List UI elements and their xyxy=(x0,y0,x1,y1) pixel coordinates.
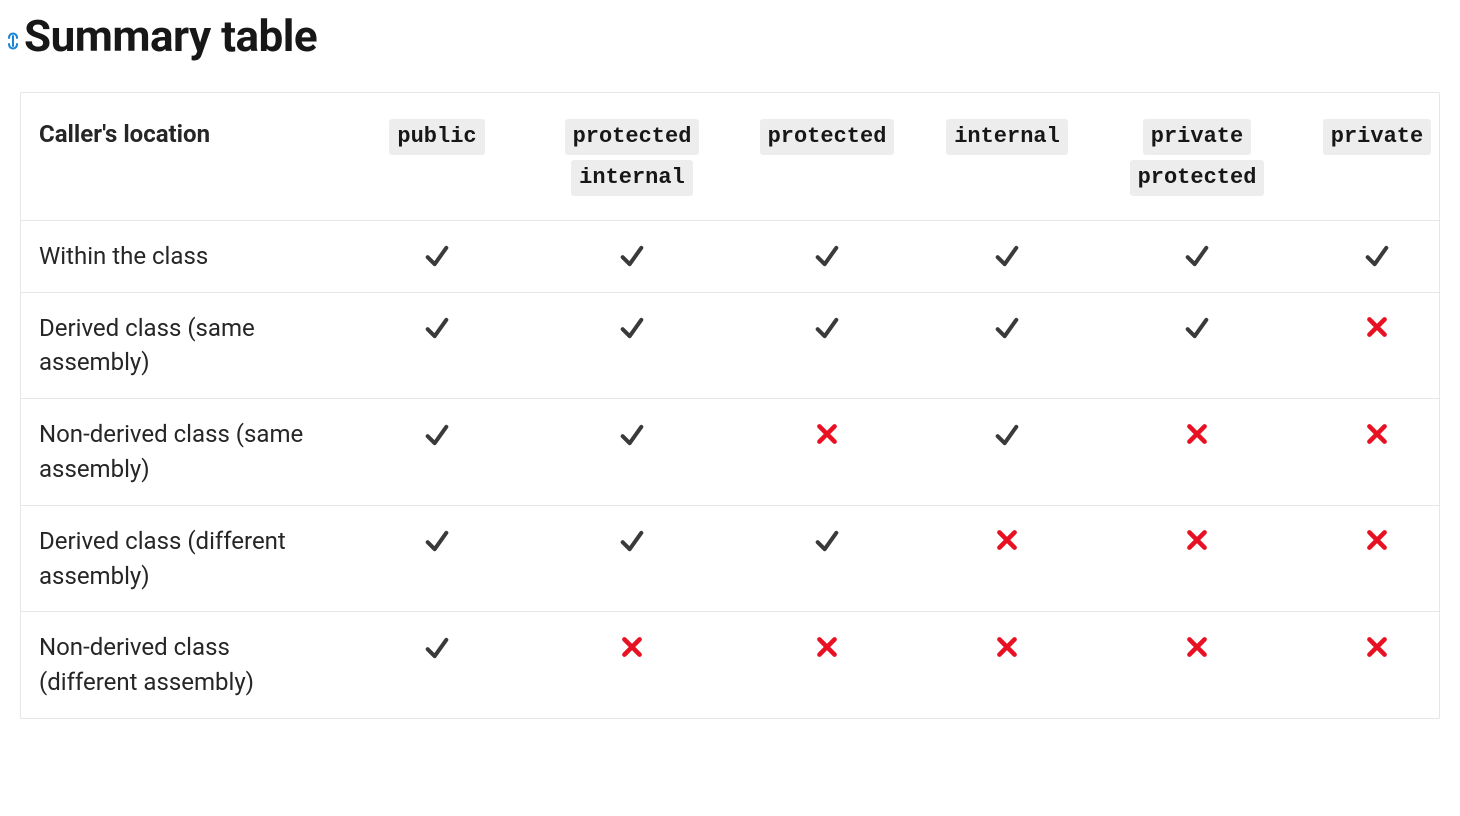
table-cell xyxy=(527,399,737,506)
cross-icon xyxy=(1182,527,1212,557)
table-cell xyxy=(1297,220,1440,292)
cross-icon xyxy=(1362,314,1392,344)
row-label: Non-derived class (same assembly) xyxy=(21,399,347,506)
table-cell xyxy=(1297,292,1440,399)
check-icon xyxy=(422,242,452,272)
table-row: Derived class (different assembly) xyxy=(21,505,1440,612)
cross-icon xyxy=(1182,634,1212,664)
section-heading-text: Summary table xyxy=(24,10,317,62)
row-label: Derived class (different assembly) xyxy=(21,505,347,612)
check-icon xyxy=(992,242,1022,272)
check-icon xyxy=(617,421,647,451)
table-header-protected-internal: protected internal xyxy=(527,93,737,220)
table-cell xyxy=(1097,612,1297,718)
table-cell xyxy=(527,292,737,399)
table-cell xyxy=(917,612,1097,718)
check-icon xyxy=(617,314,647,344)
table-row: Non-derived class (same assembly) xyxy=(21,399,1440,506)
check-icon xyxy=(1182,314,1212,344)
check-icon xyxy=(812,527,842,557)
table-cell xyxy=(737,505,917,612)
cross-icon xyxy=(992,527,1022,557)
table-header-private-protected: private protected xyxy=(1097,93,1297,220)
table-cell xyxy=(527,220,737,292)
keyword-chip: public xyxy=(389,119,484,155)
row-label: Non-derived class (different assembly) xyxy=(21,612,347,718)
table-cell xyxy=(1297,505,1440,612)
table-cell xyxy=(347,612,527,718)
check-icon xyxy=(617,527,647,557)
summary-table: Caller's location public protected intern… xyxy=(20,92,1440,719)
keyword-chip: internal xyxy=(571,160,693,196)
table-cell xyxy=(1097,220,1297,292)
table-cell xyxy=(347,292,527,399)
table-cell xyxy=(917,505,1097,612)
check-icon xyxy=(992,421,1022,451)
table-cell xyxy=(1097,399,1297,506)
check-icon xyxy=(1182,242,1212,272)
table-cell xyxy=(347,505,527,612)
table-header-internal: internal xyxy=(917,93,1097,220)
table-row: Non-derived class (different assembly) xyxy=(21,612,1440,718)
table-cell xyxy=(737,399,917,506)
keyword-chip: internal xyxy=(946,119,1068,155)
table-header-row: Caller's location public protected intern… xyxy=(21,93,1440,220)
check-icon xyxy=(812,314,842,344)
table-header-first: Caller's location xyxy=(21,93,347,220)
keyword-chip: protected xyxy=(1130,160,1265,196)
table-header-protected: protected xyxy=(737,93,917,220)
table-cell xyxy=(1097,292,1297,399)
table-cell xyxy=(1297,399,1440,506)
table-header-public: public xyxy=(347,93,527,220)
table-cell xyxy=(1097,505,1297,612)
table-header-private: private xyxy=(1297,93,1440,220)
check-icon xyxy=(992,314,1022,344)
check-icon xyxy=(812,242,842,272)
row-label: Derived class (same assembly) xyxy=(21,292,347,399)
table-cell xyxy=(1297,612,1440,718)
keyword-chip: protected xyxy=(565,119,700,155)
table-row: Derived class (same assembly) xyxy=(21,292,1440,399)
row-label: Within the class xyxy=(21,220,347,292)
table-cell xyxy=(527,505,737,612)
table-cell xyxy=(737,220,917,292)
cross-icon xyxy=(812,421,842,451)
check-icon xyxy=(422,314,452,344)
check-icon xyxy=(617,242,647,272)
keyword-chip: private xyxy=(1323,119,1431,155)
cross-icon xyxy=(1362,634,1392,664)
check-icon xyxy=(422,634,452,664)
table-cell xyxy=(737,612,917,718)
check-icon xyxy=(1362,242,1392,272)
cross-icon xyxy=(1362,527,1392,557)
table-cell xyxy=(347,399,527,506)
table-cell xyxy=(347,220,527,292)
table-cell xyxy=(527,612,737,718)
cross-icon xyxy=(992,634,1022,664)
table-cell xyxy=(737,292,917,399)
check-icon xyxy=(422,421,452,451)
keyword-chip: protected xyxy=(760,119,895,155)
anchor-link-icon[interactable] xyxy=(6,24,20,60)
cross-icon xyxy=(617,634,647,664)
table-cell xyxy=(917,220,1097,292)
table-cell xyxy=(917,399,1097,506)
cross-icon xyxy=(812,634,842,664)
keyword-chip: private xyxy=(1143,119,1251,155)
check-icon xyxy=(422,527,452,557)
section-heading: Summary table xyxy=(24,10,1440,62)
table-row: Within the class xyxy=(21,220,1440,292)
cross-icon xyxy=(1182,421,1212,451)
cross-icon xyxy=(1362,421,1392,451)
table-cell xyxy=(917,292,1097,399)
